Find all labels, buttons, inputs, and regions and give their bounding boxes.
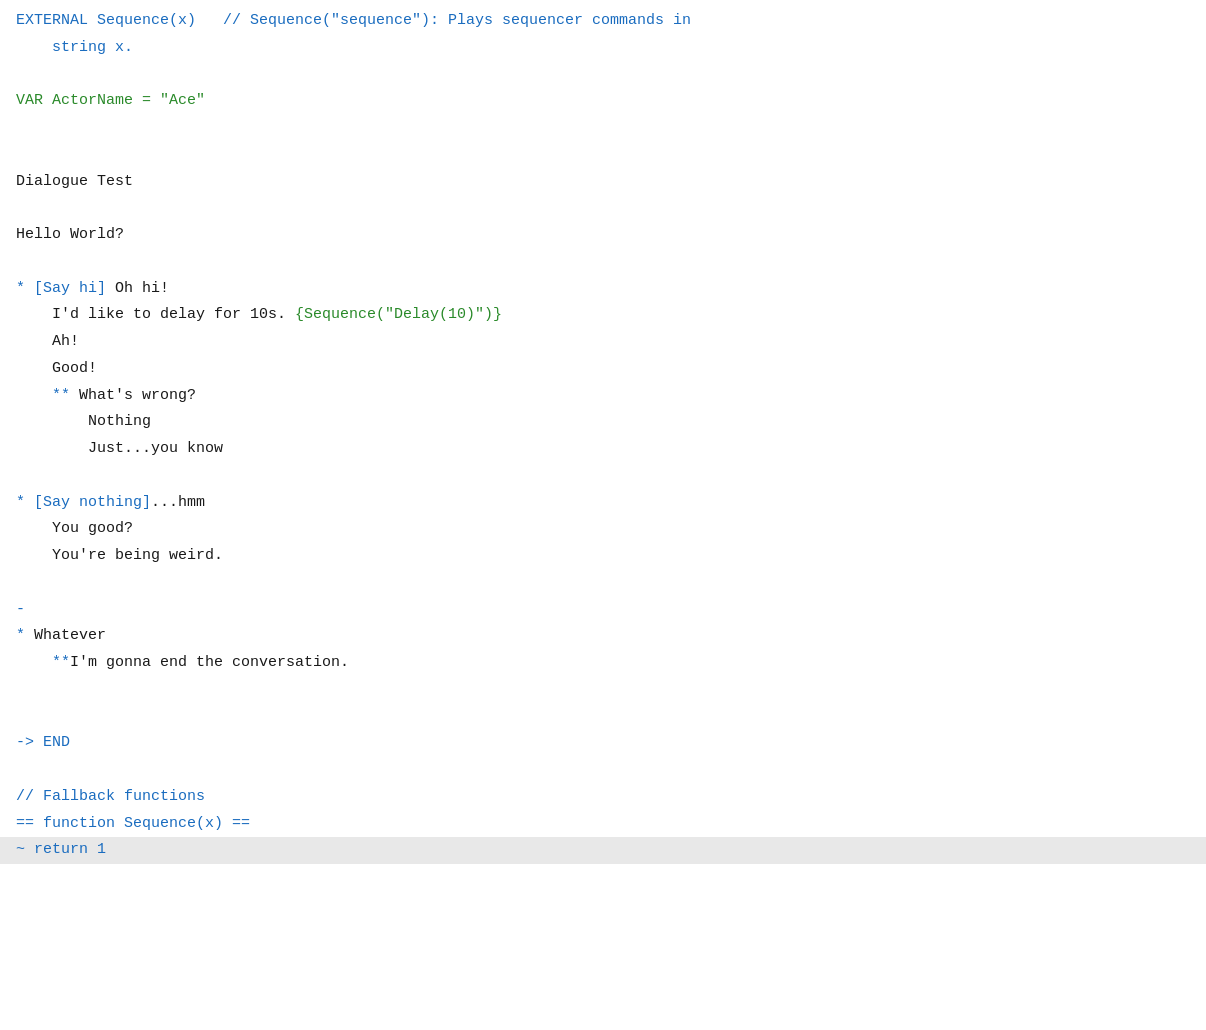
code-line: -	[0, 597, 1206, 624]
code-line	[0, 115, 1206, 142]
code-line	[0, 677, 1206, 704]
code-editor: EXTERNAL Sequence(x) // Sequence("sequen…	[0, 0, 1206, 1030]
code-line	[0, 62, 1206, 89]
code-line: You're being weird.	[0, 543, 1206, 570]
code-line	[0, 570, 1206, 597]
code-line	[0, 142, 1206, 169]
code-line	[0, 195, 1206, 222]
code-line: // Fallback functions	[0, 784, 1206, 811]
code-line: ~ return 1	[0, 837, 1206, 864]
code-line: ** What's wrong?	[0, 383, 1206, 410]
code-line: == function Sequence(x) ==	[0, 811, 1206, 838]
code-line: **I'm gonna end the conversation.	[0, 650, 1206, 677]
code-line: Nothing	[0, 409, 1206, 436]
code-line: string x.	[0, 35, 1206, 62]
code-line: I'd like to delay for 10s. {Sequence("De…	[0, 302, 1206, 329]
code-line	[0, 704, 1206, 731]
code-line: EXTERNAL Sequence(x) // Sequence("sequen…	[0, 8, 1206, 35]
code-line	[0, 463, 1206, 490]
code-line: -> END	[0, 730, 1206, 757]
code-line: * Whatever	[0, 623, 1206, 650]
code-line: You good?	[0, 516, 1206, 543]
code-line: VAR ActorName = "Ace"	[0, 88, 1206, 115]
code-line: * [Say hi] Oh hi!	[0, 276, 1206, 303]
code-line: * [Say nothing]...hmm	[0, 490, 1206, 517]
code-line	[0, 249, 1206, 276]
code-line: Hello World?	[0, 222, 1206, 249]
code-line: Ah!	[0, 329, 1206, 356]
code-line: Just...you know	[0, 436, 1206, 463]
code-line: Good!	[0, 356, 1206, 383]
code-line: Dialogue Test	[0, 169, 1206, 196]
code-line	[0, 757, 1206, 784]
